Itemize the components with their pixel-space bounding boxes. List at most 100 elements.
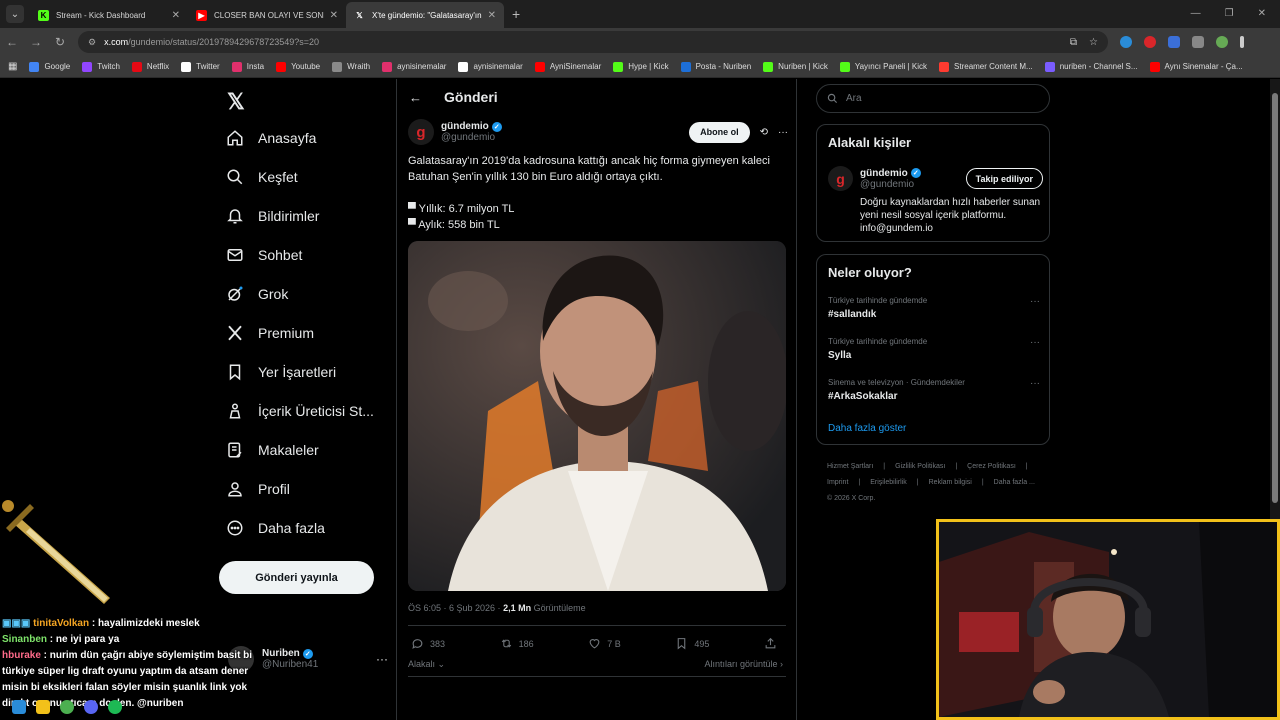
back-icon[interactable]: ← bbox=[0, 35, 24, 49]
bookmark-item[interactable]: Youtube bbox=[276, 61, 320, 72]
post-button[interactable]: Gönderi yayınla bbox=[219, 561, 374, 594]
close-icon[interactable]: ✕ bbox=[330, 10, 338, 21]
install-icon[interactable]: ⧉ bbox=[1070, 37, 1077, 48]
nav-notifications[interactable]: Bildirimler bbox=[226, 201, 319, 231]
bookmark-item[interactable]: aynisinemalar bbox=[458, 61, 523, 72]
nav-premium[interactable]: Premium bbox=[226, 318, 314, 348]
bookmark-item[interactable]: Posta - Nuriben bbox=[680, 61, 751, 72]
forward-icon[interactable]: → bbox=[24, 35, 48, 49]
spotify-icon[interactable] bbox=[108, 700, 122, 714]
window-controls: — ❐ ✕ bbox=[1191, 0, 1280, 26]
author-handle[interactable]: @gundemio bbox=[441, 132, 502, 143]
following-button[interactable]: Takip ediliyor bbox=[965, 168, 1043, 189]
bookmark-item[interactable]: AyniSinemalar bbox=[534, 61, 601, 72]
footer-link[interactable]: Gizlilik Politikası bbox=[895, 463, 945, 470]
nav-profile[interactable]: Profil bbox=[226, 474, 290, 504]
minimize-icon[interactable]: — bbox=[1191, 8, 1201, 19]
bookmark-item[interactable]: Aynı Sinemalar - Ça... bbox=[1149, 61, 1243, 72]
more-dots-icon[interactable]: ··· bbox=[376, 652, 388, 666]
shield-icon[interactable] bbox=[1168, 36, 1180, 48]
close-window-icon[interactable]: ✕ bbox=[1258, 8, 1266, 19]
footer-link[interactable]: Imprint bbox=[827, 479, 848, 486]
address-bar[interactable]: ⚙ x.com /gundemio/status/201978942967872… bbox=[78, 31, 1108, 53]
avatar[interactable]: g bbox=[828, 166, 853, 191]
close-icon[interactable]: ✕ bbox=[488, 10, 496, 21]
back-arrow-icon[interactable]: ← bbox=[409, 90, 422, 105]
show-more-link[interactable]: Daha fazla göster bbox=[828, 423, 906, 434]
search-input[interactable]: Ara bbox=[816, 84, 1050, 113]
trend-item[interactable]: Sinema ve televizyon · Gündemdekiler #Ar… bbox=[828, 378, 1040, 402]
more-dots-icon[interactable]: ··· bbox=[1030, 378, 1040, 389]
bookmark-item[interactable]: nuriben - Channel S... bbox=[1044, 61, 1138, 72]
bookmark-item[interactable]: Yayıncı Paneli | Kick bbox=[839, 61, 927, 72]
x-premium-icon bbox=[228, 325, 242, 341]
extension-icon[interactable] bbox=[1120, 36, 1132, 48]
bookmark-item[interactable]: Twitter bbox=[181, 61, 220, 72]
bookmark-item[interactable]: Insta bbox=[231, 61, 264, 72]
folder-icon[interactable] bbox=[36, 700, 50, 714]
reply-button[interactable]: 383 bbox=[411, 637, 445, 650]
tab-x-post[interactable]: 𝕏 X'te gündemio: "Galatasaray'ın ✕ bbox=[346, 2, 504, 28]
more-dots-icon[interactable]: ··· bbox=[1030, 296, 1040, 307]
scrollbar-thumb[interactable] bbox=[1272, 93, 1278, 503]
tweet-photo[interactable] bbox=[408, 241, 786, 591]
extension-icon[interactable] bbox=[1144, 36, 1156, 48]
repost-button[interactable]: 186 bbox=[500, 637, 534, 650]
more-dots-icon[interactable]: ··· bbox=[1030, 337, 1040, 348]
footer-link[interactable]: Hizmet Şartları bbox=[827, 463, 873, 470]
trend-item[interactable]: Türkiye tarihinde gündemde Sylla ··· bbox=[828, 337, 1040, 361]
bookmark-item[interactable]: Twitch bbox=[82, 61, 120, 72]
view-quotes-link[interactable]: Alıntıları görüntüle › bbox=[704, 659, 783, 670]
author-name[interactable]: gündemio ✓ bbox=[441, 121, 502, 132]
puzzle-icon[interactable] bbox=[1192, 36, 1204, 48]
tab-kick-dashboard[interactable]: K Stream - Kick Dashboard ✕ bbox=[30, 2, 188, 28]
nav-explore[interactable]: Keşfet bbox=[226, 162, 298, 192]
bookmark-item[interactable]: Google bbox=[29, 61, 70, 72]
share-button[interactable] bbox=[764, 637, 783, 650]
bookmark-item[interactable]: Netflix bbox=[131, 61, 169, 72]
windows-start-icon[interactable] bbox=[12, 700, 26, 714]
maximize-icon[interactable]: ❐ bbox=[1225, 8, 1234, 19]
bookmark-item[interactable]: aynisinemalar bbox=[382, 61, 446, 72]
reload-icon[interactable]: ↻ bbox=[48, 35, 72, 49]
profile-avatar[interactable] bbox=[1216, 36, 1228, 48]
new-tab-button[interactable]: + bbox=[512, 6, 520, 22]
nav-creator-studio[interactable]: İçerik Üreticisi St... bbox=[226, 396, 374, 426]
discord-icon[interactable] bbox=[84, 700, 98, 714]
nav-messages[interactable]: Sohbet bbox=[226, 240, 302, 270]
like-button[interactable]: 7 B bbox=[588, 637, 621, 650]
menu-icon[interactable] bbox=[1240, 36, 1244, 48]
related-dropdown[interactable]: Alakalı ⌄ bbox=[408, 659, 445, 670]
bookmark-item[interactable]: Hype | Kick bbox=[613, 61, 669, 72]
subscribe-button[interactable]: Abone ol bbox=[689, 121, 750, 143]
footer-link[interactable]: Daha fazla ... bbox=[994, 479, 1035, 486]
nav-bookmarks[interactable]: Yer İşaretleri bbox=[226, 357, 336, 387]
tab-search-button[interactable]: ⌄ bbox=[6, 5, 24, 23]
avatar[interactable]: g bbox=[408, 119, 434, 145]
tweet-time[interactable]: ÖS 6:05 · 6 Şub 2026 · bbox=[408, 603, 503, 613]
footer-link[interactable]: Reklam bilgisi bbox=[929, 479, 972, 486]
tab-youtube[interactable]: ▶ CLOSER BAN OLAYI VE SONRA ✕ bbox=[188, 2, 346, 28]
apps-icon[interactable]: ▦ bbox=[8, 61, 17, 72]
person-name[interactable]: gündemio ✓ bbox=[860, 168, 921, 179]
nav-home[interactable]: Anasayfa bbox=[226, 123, 316, 153]
bookmark-item[interactable]: Nuriben | Kick bbox=[763, 61, 828, 72]
bookmark-star-icon[interactable]: ☆ bbox=[1089, 37, 1098, 48]
grok-explain-icon[interactable]: ⟲ bbox=[760, 127, 768, 138]
site-info-icon[interactable]: ⚙ bbox=[88, 37, 96, 48]
x-logo-icon[interactable]: 𝕏 bbox=[227, 89, 245, 115]
nav-articles[interactable]: Makaleler bbox=[226, 435, 319, 465]
more-dots-icon[interactable]: ··· bbox=[778, 127, 788, 138]
chrome-icon[interactable] bbox=[60, 700, 74, 714]
trends-card: Neler oluyor? Türkiye tarihinde gündemde… bbox=[816, 254, 1050, 445]
trend-item[interactable]: Türkiye tarihinde gündemde #sallandık ··… bbox=[828, 296, 1040, 320]
nav-grok[interactable]: Grok bbox=[226, 279, 288, 309]
footer-link[interactable]: Çerez Politikası bbox=[967, 463, 1016, 470]
bookmark-button[interactable]: 495 bbox=[675, 637, 709, 650]
bookmark-item[interactable]: Wraith bbox=[332, 61, 370, 72]
bookmark-item[interactable]: Streamer Content M... bbox=[939, 61, 1033, 72]
nav-more[interactable]: Daha fazla bbox=[226, 513, 325, 543]
footer-link[interactable]: Erişilebilirlik bbox=[870, 479, 907, 486]
person-handle[interactable]: @gundemio bbox=[860, 179, 921, 190]
close-icon[interactable]: ✕ bbox=[172, 10, 180, 21]
